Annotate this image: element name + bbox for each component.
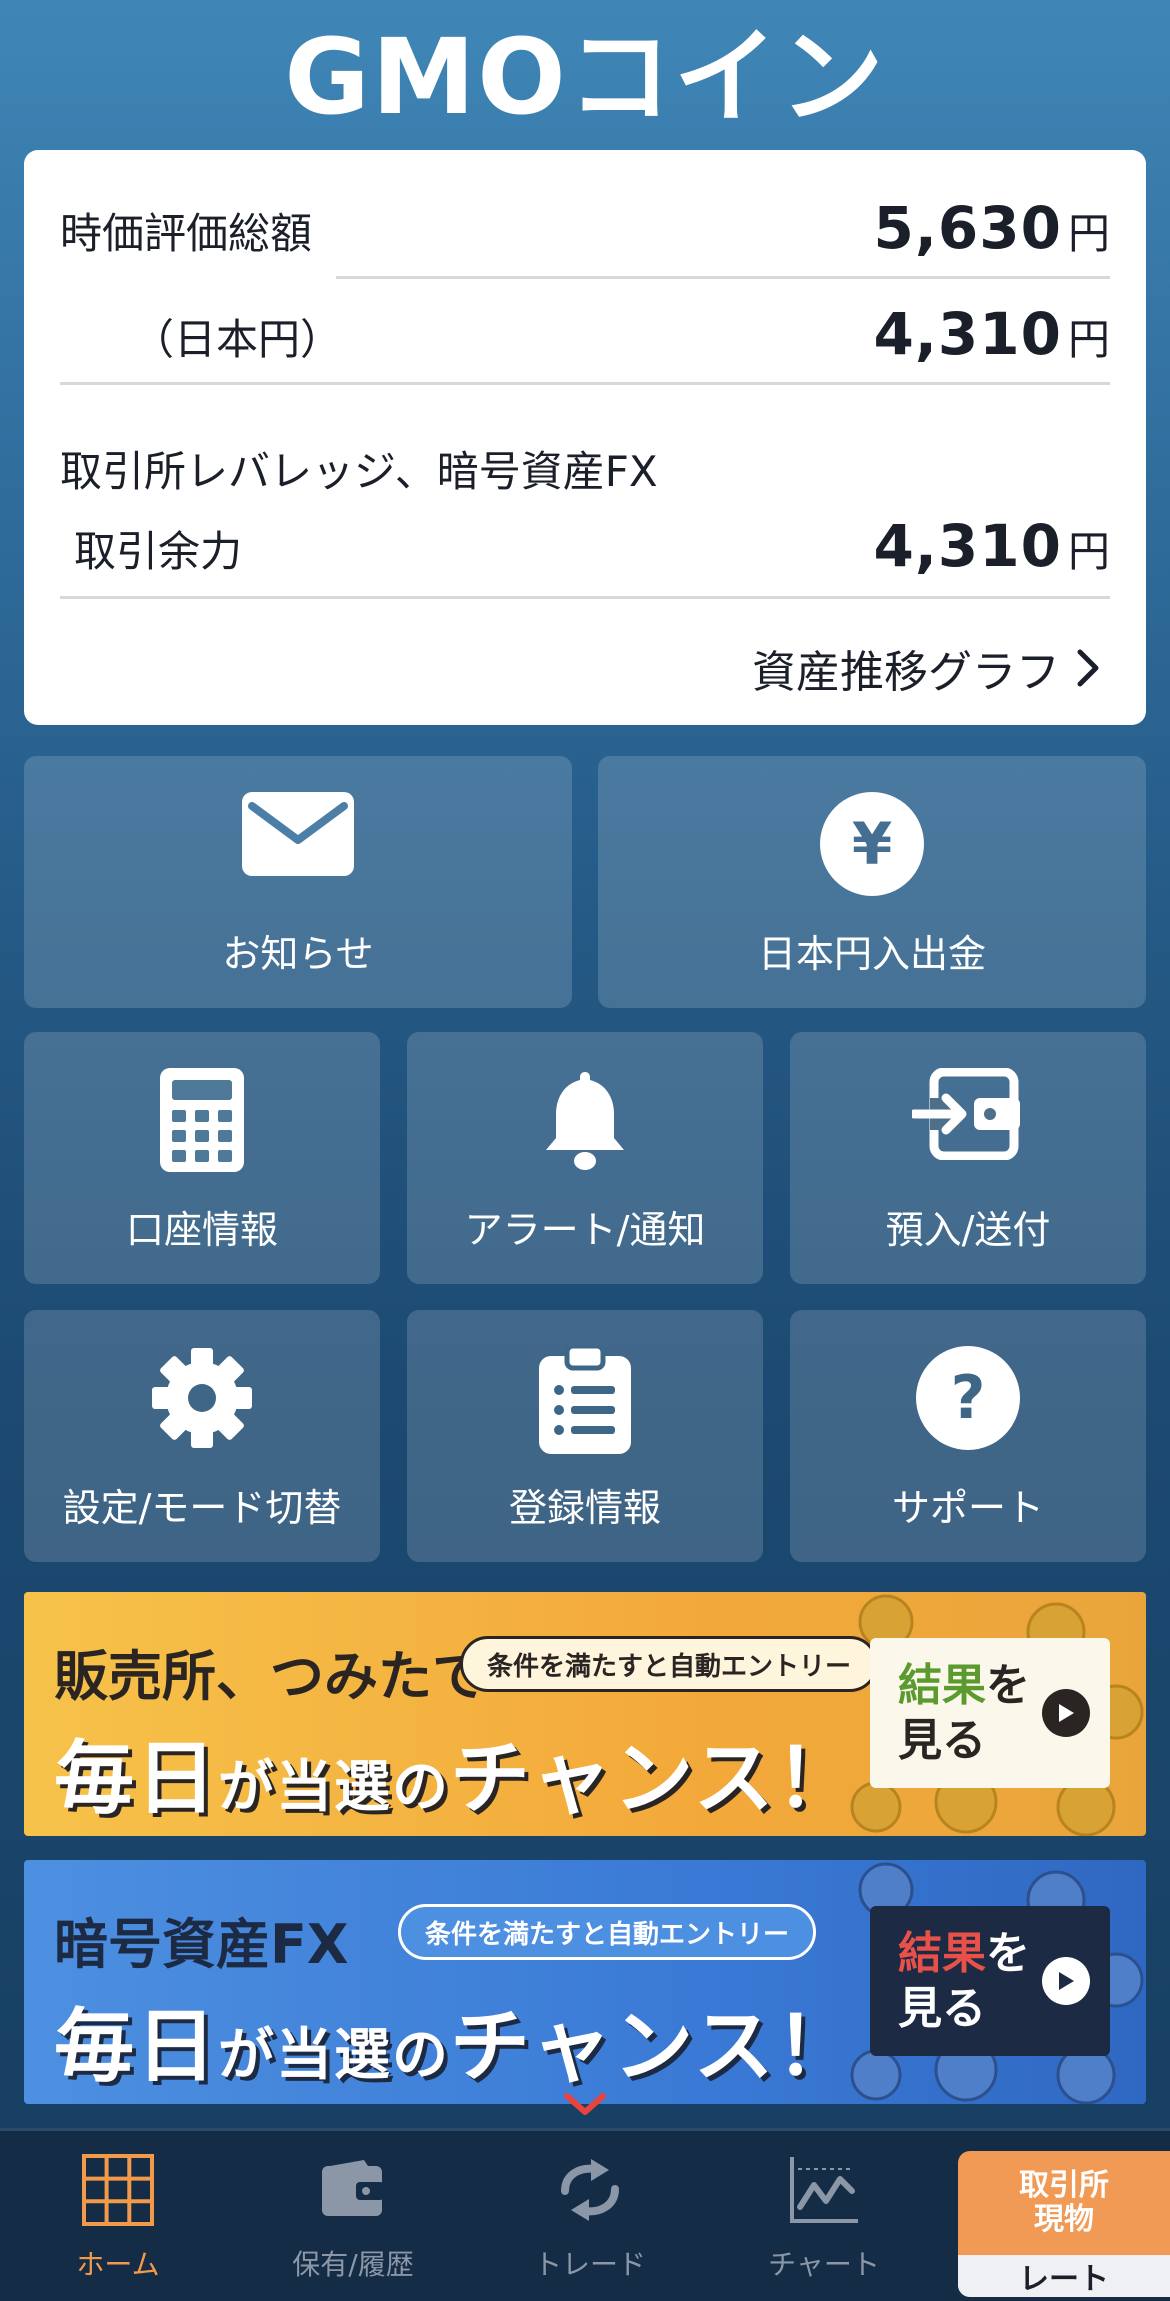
headline-small: の: [392, 2023, 450, 2088]
cta-accent: 結果: [898, 1660, 986, 1711]
currency-unit: 円: [1067, 209, 1110, 258]
logo-text: GMOコイン: [284, 16, 886, 138]
nav-home[interactable]: ホーム: [18, 2149, 218, 2289]
campaign-banner-fx[interactable]: 暗号資産FX 条件を満たすと自動エントリー 毎日が当選のチャンス！ 結果を 見る: [24, 1860, 1146, 2104]
jpy-label: （日本円）: [132, 315, 343, 364]
clipboard-icon: [539, 1343, 631, 1458]
wallet-transfer-icon: [909, 1067, 1024, 1164]
headline-big: 毎日: [54, 1732, 218, 1825]
divider: [60, 596, 1110, 599]
total-valuation-value: 5,630: [873, 194, 1062, 262]
chart-icon: [788, 2149, 860, 2231]
fx-section-title: 取引所レバレッジ、暗号資産FX: [60, 447, 658, 496]
jpy-row: （日本円） 4,310 円: [60, 300, 1110, 368]
tile-label: 設定/モード切替: [62, 1486, 342, 1530]
headline-small: が当選: [218, 1755, 392, 1820]
banner-title: 暗号資産FX: [54, 1913, 349, 1976]
rate-button-top: 取引所 現物: [958, 2151, 1170, 2255]
exchange-spot-rate-button[interactable]: 取引所 現物 レート: [958, 2151, 1170, 2297]
view-results-button[interactable]: 結果を 見る: [870, 1638, 1110, 1788]
currency-unit: 円: [1067, 527, 1110, 576]
tile-account-info[interactable]: 口座情報: [24, 1032, 380, 1284]
tile-label: 預入/送付: [885, 1208, 1051, 1252]
cta-text: 結果を 見る: [898, 1926, 1030, 2036]
play-icon: [1042, 1957, 1090, 2005]
banner-pill: 条件を満たすと自動エントリー: [460, 1636, 879, 1692]
asset-graph-label: 資産推移グラフ: [752, 647, 1060, 698]
margin-row: 取引余力 4,310 円: [60, 512, 1110, 580]
cta-rest: を: [986, 1660, 1030, 1711]
tile-registration-info[interactable]: 登録情報: [407, 1310, 763, 1562]
cta-text: 結果を 見る: [898, 1658, 1030, 1768]
rate-line1: 取引所: [1019, 2167, 1109, 2203]
tile-notices[interactable]: お知らせ: [24, 756, 572, 1008]
chevron-down-icon[interactable]: [563, 2092, 607, 2118]
cta-accent: 結果: [898, 1928, 986, 1979]
exchange-icon: [553, 2149, 627, 2231]
view-results-button[interactable]: 結果を 見る: [870, 1906, 1110, 2056]
divider: [60, 382, 1110, 385]
gear-icon: [150, 1346, 254, 1454]
bottom-navigation: ホーム 保有/履歴 トレード チャート 取引所 現物 レート: [0, 2128, 1170, 2301]
margin-label: 取引余力: [74, 527, 243, 576]
tile-label: アラート/通知: [464, 1208, 706, 1252]
wallet-icon: [320, 2149, 386, 2231]
banner-headline: 毎日が当選のチャンス！: [54, 1714, 858, 1830]
banner-pill: 条件を満たすと自動エントリー: [398, 1904, 817, 1960]
play-icon: [1042, 1689, 1090, 1737]
tile-label: 口座情報: [125, 1208, 278, 1252]
nav-holdings-history[interactable]: 保有/履歴: [253, 2149, 453, 2289]
chevron-right-icon: [1077, 649, 1099, 687]
margin-value: 4,310: [873, 512, 1062, 580]
bell-icon: [542, 1068, 628, 1176]
nav-label: 保有/履歴: [292, 2248, 414, 2281]
banner-title: 販売所、つみたて: [54, 1645, 486, 1708]
tile-label: 日本円入出金: [757, 932, 986, 976]
divider: [336, 276, 1110, 279]
currency-unit: 円: [1067, 315, 1110, 364]
rate-label: レート: [958, 2255, 1170, 2297]
jpy-value: 4,310: [873, 300, 1062, 368]
banner-headline: 毎日が当選のチャンス！: [54, 1982, 858, 2098]
asset-summary-card: 時価評価総額 5,630 円 （日本円） 4,310 円 取引所レバレッジ、暗号…: [24, 150, 1146, 725]
campaign-banner-spot[interactable]: 販売所、つみたて 条件を満たすと自動エントリー 毎日が当選のチャンス！ 結果を …: [24, 1592, 1146, 1836]
headline-end: チャンス！: [450, 2000, 858, 2093]
cta-rest: を: [986, 1928, 1030, 1979]
total-valuation-label: 時価評価総額: [60, 209, 313, 258]
nav-chart[interactable]: チャート: [724, 2149, 924, 2289]
cta-line2: 見る: [898, 1715, 986, 1766]
tile-alert-notification[interactable]: アラート/通知: [407, 1032, 763, 1284]
svg-text:?: ?: [951, 1363, 986, 1433]
tile-settings-mode[interactable]: 設定/モード切替: [24, 1310, 380, 1562]
tile-support[interactable]: ? サポート: [790, 1310, 1146, 1562]
nav-label: チャート: [768, 2248, 880, 2281]
nav-trade[interactable]: トレード: [490, 2149, 690, 2289]
tile-deposit-send[interactable]: 預入/送付: [790, 1032, 1146, 1284]
total-valuation-row: 時価評価総額 5,630 円: [60, 194, 1110, 262]
app-logo: GMOコイン: [0, 22, 1170, 132]
tile-label: 登録情報: [508, 1486, 661, 1530]
headline-small: が当選: [218, 2023, 392, 2088]
question-icon: ?: [916, 1346, 1020, 1454]
tile-label: サポート: [891, 1486, 1044, 1530]
nav-label: ホーム: [76, 2248, 160, 2281]
cta-line2: 見る: [898, 1983, 986, 2034]
rate-line2: 現物: [1034, 2202, 1094, 2237]
asset-graph-link[interactable]: 資産推移グラフ: [752, 636, 1102, 700]
tile-jpy-deposit-withdraw[interactable]: ¥ 日本円入出金: [598, 756, 1146, 1008]
headline-end: チャンス！: [450, 1732, 858, 1825]
svg-text:¥: ¥: [852, 810, 892, 878]
yen-icon: ¥: [820, 792, 924, 900]
tile-label: お知らせ: [222, 932, 374, 976]
grid-icon: [82, 2149, 154, 2231]
headline-big: 毎日: [54, 2000, 218, 2093]
nav-label: トレード: [533, 2248, 646, 2281]
calculator-icon: [160, 1068, 244, 1176]
envelope-icon: [242, 792, 354, 880]
headline-small: の: [392, 1755, 450, 1820]
